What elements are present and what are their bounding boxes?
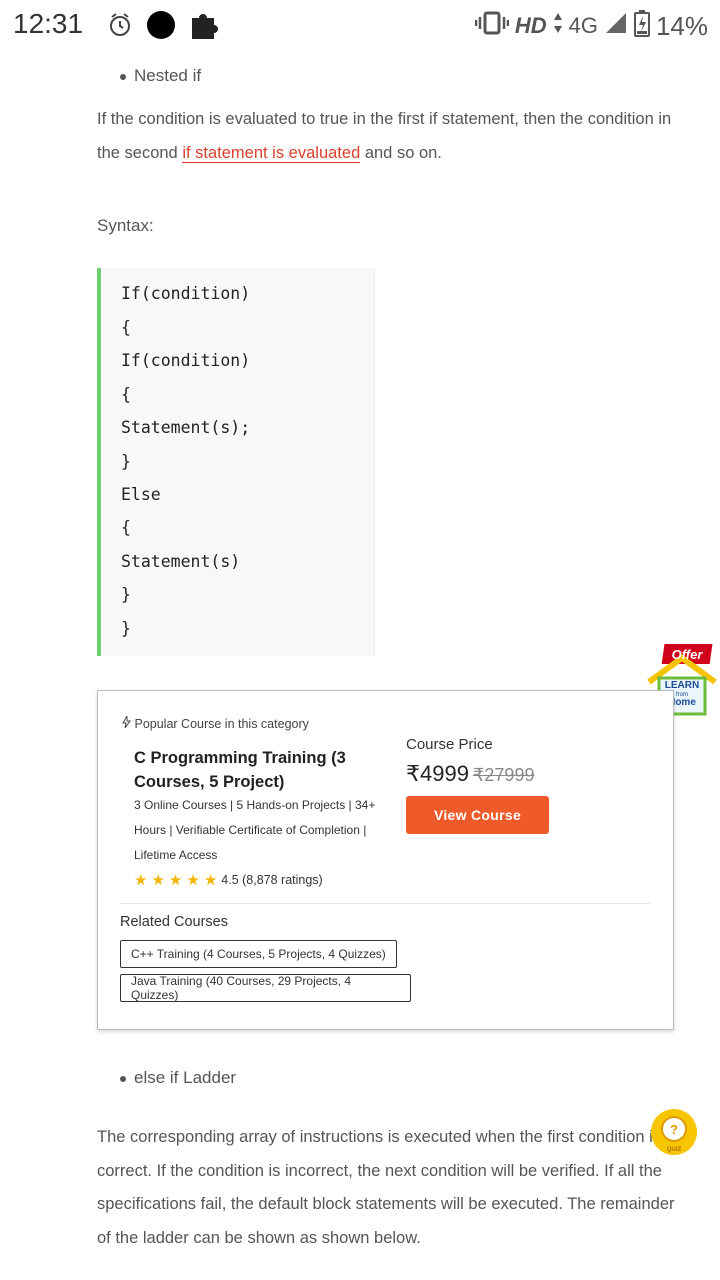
quiz-text: QUIZ xyxy=(667,1147,682,1153)
offer-text: Offer xyxy=(672,647,704,662)
current-price: ₹4999 xyxy=(406,761,469,786)
popular-course-heading: Popular Course in this category xyxy=(122,714,309,731)
bullet-else-label: else if Ladder xyxy=(134,1068,237,1087)
status-left-icons xyxy=(108,10,218,45)
signal-icon xyxy=(604,11,628,41)
course-title[interactable]: C Programming Training (3 Courses, 5 Pro… xyxy=(134,746,384,794)
battery-icon xyxy=(633,9,650,43)
star-icon: ★ xyxy=(134,872,148,889)
bullet-nested-if: Nested if xyxy=(120,66,201,86)
course-price-label: Course Price xyxy=(406,736,493,753)
popular-course-label: Popular Course in this category xyxy=(134,717,309,731)
related-course-link-cpp[interactable]: C++ Training (4 Courses, 5 Projects, 4 Q… xyxy=(120,940,397,968)
related-courses-heading: Related Courses xyxy=(120,914,228,930)
code-line: { xyxy=(121,518,131,537)
syntax-heading: Syntax: xyxy=(97,216,154,235)
bullet-else-if-ladder: else if Ladder xyxy=(120,1068,236,1088)
code-line: Statement(s) xyxy=(121,552,241,571)
view-course-button[interactable]: View Course xyxy=(406,796,549,834)
code-line: { xyxy=(121,318,131,337)
course-description: 3 Online Courses | 5 Hands-on Projects |… xyxy=(134,798,376,862)
para1-text-b: and so on. xyxy=(360,143,442,162)
divider xyxy=(120,903,650,904)
star-icon: ★ xyxy=(203,872,218,889)
popular-course-card: Popular Course in this category C Progra… xyxy=(97,690,674,1030)
network-type-label: 4G xyxy=(568,13,598,38)
code-line: { xyxy=(121,385,131,404)
bullet-dot xyxy=(120,73,126,80)
star-icon: ★ xyxy=(186,872,200,889)
code-block: If(condition) { If(condition) { Statemen… xyxy=(97,268,375,656)
battery-percent: 14% xyxy=(655,10,708,41)
flash-icon xyxy=(122,714,134,731)
star-icon: ★ xyxy=(151,872,165,889)
rating-text: 4.5 (8,878 ratings) xyxy=(221,873,323,887)
puzzle-icon xyxy=(190,10,218,45)
network-hd-label: HD xyxy=(514,13,547,38)
course-price: ₹4999 ₹27999 xyxy=(406,761,534,787)
alarm-icon xyxy=(108,12,132,43)
notification-dot-icon xyxy=(146,10,176,45)
status-time: 12:31 xyxy=(13,8,84,39)
code-line: Statement(s); xyxy=(121,418,251,437)
code-line: If(condition) xyxy=(121,351,251,370)
course-rating: ★ ★ ★ ★ ★ 4.5 (8,878 ratings) xyxy=(134,871,323,889)
old-price: ₹27999 xyxy=(472,765,535,785)
bullet-dot xyxy=(120,1075,126,1082)
related-course-link-java[interactable]: Java Training (40 Courses, 29 Projects, … xyxy=(120,974,411,1002)
status-right: HD 4G 14% xyxy=(474,9,708,43)
svg-text:?: ? xyxy=(670,1122,678,1137)
code-line: Else xyxy=(121,485,161,504)
data-arrows-icon xyxy=(553,12,563,40)
code-line: } xyxy=(121,585,131,604)
paragraph-nested-if: If the condition is evaluated to true in… xyxy=(97,103,682,170)
code-line: } xyxy=(121,619,131,638)
code-line: } xyxy=(121,452,131,471)
status-bar: 12:31 HD 4G 14% xyxy=(0,0,720,50)
paragraph-else-if-ladder: The corresponding array of instructions … xyxy=(97,1128,675,1247)
code-line: If(condition) xyxy=(121,284,251,303)
star-icon: ★ xyxy=(168,872,183,889)
quiz-button[interactable]: ? QUIZ xyxy=(650,1108,698,1156)
vibrate-icon xyxy=(474,11,510,41)
link-if-statement[interactable]: if statement is evaluated xyxy=(182,143,361,163)
bullet-nested-label: Nested if xyxy=(134,66,202,85)
